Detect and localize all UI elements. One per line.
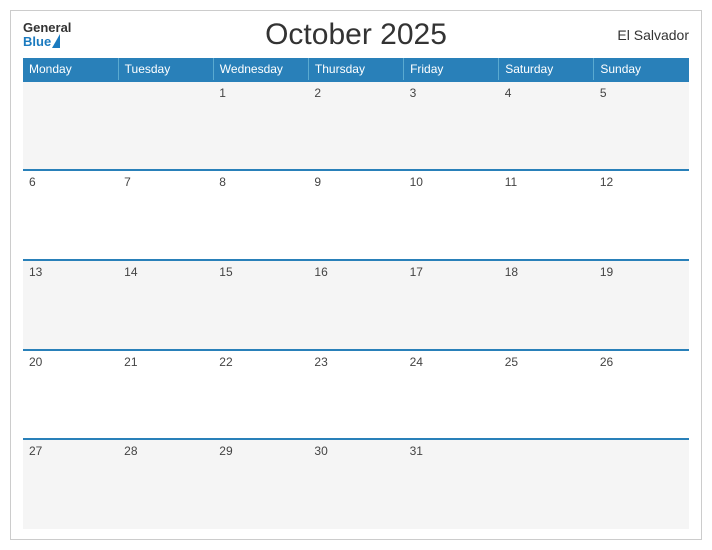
weekday-header-row: Monday Tuesday Wednesday Thursday Friday…	[23, 58, 689, 81]
calendar-cell: 2	[308, 81, 403, 171]
calendar-header: General Blue October 2025 El Salvador	[23, 21, 689, 50]
day-number: 17	[410, 265, 423, 279]
header-saturday: Saturday	[499, 58, 594, 81]
day-number: 26	[600, 355, 613, 369]
calendar-cell	[594, 439, 689, 529]
logo-triangle-icon	[52, 34, 60, 48]
calendar-cell: 15	[213, 260, 308, 350]
calendar-cell: 20	[23, 350, 118, 440]
table-row: 6 7 8 9 10 11 12	[23, 170, 689, 260]
day-number: 1	[219, 86, 226, 100]
calendar-cell: 24	[404, 350, 499, 440]
day-number: 9	[314, 175, 321, 189]
calendar-cell: 29	[213, 439, 308, 529]
day-number: 31	[410, 444, 423, 458]
calendar-table: Monday Tuesday Wednesday Thursday Friday…	[23, 58, 689, 529]
logo-general-text: General	[23, 21, 71, 35]
calendar-cell: 5	[594, 81, 689, 171]
calendar-cell: 30	[308, 439, 403, 529]
day-number: 8	[219, 175, 226, 189]
day-number: 19	[600, 265, 613, 279]
day-number: 6	[29, 175, 36, 189]
table-row: 1 2 3 4 5	[23, 81, 689, 171]
calendar-cell: 7	[118, 170, 213, 260]
day-number: 11	[505, 175, 517, 189]
month-title: October 2025	[265, 18, 447, 52]
country-label: El Salvador	[617, 27, 689, 43]
header-friday: Friday	[404, 58, 499, 81]
day-number: 3	[410, 86, 417, 100]
calendar-cell: 23	[308, 350, 403, 440]
calendar-cell: 12	[594, 170, 689, 260]
calendar-cell: 13	[23, 260, 118, 350]
day-number: 23	[314, 355, 327, 369]
calendar-cell: 16	[308, 260, 403, 350]
calendar-cell: 27	[23, 439, 118, 529]
calendar-cell: 22	[213, 350, 308, 440]
calendar-cell: 6	[23, 170, 118, 260]
calendar-cell: 1	[213, 81, 308, 171]
logo-blue-text: Blue	[23, 35, 51, 49]
day-number: 29	[219, 444, 232, 458]
calendar-cell: 17	[404, 260, 499, 350]
day-number: 20	[29, 355, 42, 369]
calendar-cell	[499, 439, 594, 529]
calendar-cell: 28	[118, 439, 213, 529]
day-number: 12	[600, 175, 613, 189]
day-number: 21	[124, 355, 137, 369]
day-number: 15	[219, 265, 232, 279]
table-row: 13 14 15 16 17 18 19	[23, 260, 689, 350]
day-number: 18	[505, 265, 518, 279]
day-number: 7	[124, 175, 131, 189]
calendar-cell: 14	[118, 260, 213, 350]
calendar-cell: 9	[308, 170, 403, 260]
header-tuesday: Tuesday	[118, 58, 213, 81]
day-number: 30	[314, 444, 327, 458]
calendar-cell	[23, 81, 118, 171]
day-number: 2	[314, 86, 321, 100]
calendar-cell: 19	[594, 260, 689, 350]
day-number: 28	[124, 444, 137, 458]
header-wednesday: Wednesday	[213, 58, 308, 81]
day-number: 27	[29, 444, 42, 458]
calendar-cell: 31	[404, 439, 499, 529]
calendar-cell: 18	[499, 260, 594, 350]
day-number: 4	[505, 86, 512, 100]
calendar-cell: 4	[499, 81, 594, 171]
day-number: 24	[410, 355, 423, 369]
day-number: 5	[600, 86, 607, 100]
day-number: 16	[314, 265, 327, 279]
header-monday: Monday	[23, 58, 118, 81]
day-number: 25	[505, 355, 518, 369]
table-row: 27 28 29 30 31	[23, 439, 689, 529]
calendar-wrapper: General Blue October 2025 El Salvador Mo…	[10, 10, 702, 540]
day-number: 14	[124, 265, 137, 279]
table-row: 20 21 22 23 24 25 26	[23, 350, 689, 440]
header-thursday: Thursday	[308, 58, 403, 81]
calendar-cell: 26	[594, 350, 689, 440]
day-number: 13	[29, 265, 42, 279]
calendar-cell: 8	[213, 170, 308, 260]
day-number: 10	[410, 175, 423, 189]
logo: General Blue	[23, 21, 71, 50]
calendar-cell: 10	[404, 170, 499, 260]
day-number: 22	[219, 355, 232, 369]
calendar-cell: 21	[118, 350, 213, 440]
calendar-cell: 11	[499, 170, 594, 260]
calendar-cell: 25	[499, 350, 594, 440]
calendar-cell: 3	[404, 81, 499, 171]
calendar-cell	[118, 81, 213, 171]
header-sunday: Sunday	[594, 58, 689, 81]
